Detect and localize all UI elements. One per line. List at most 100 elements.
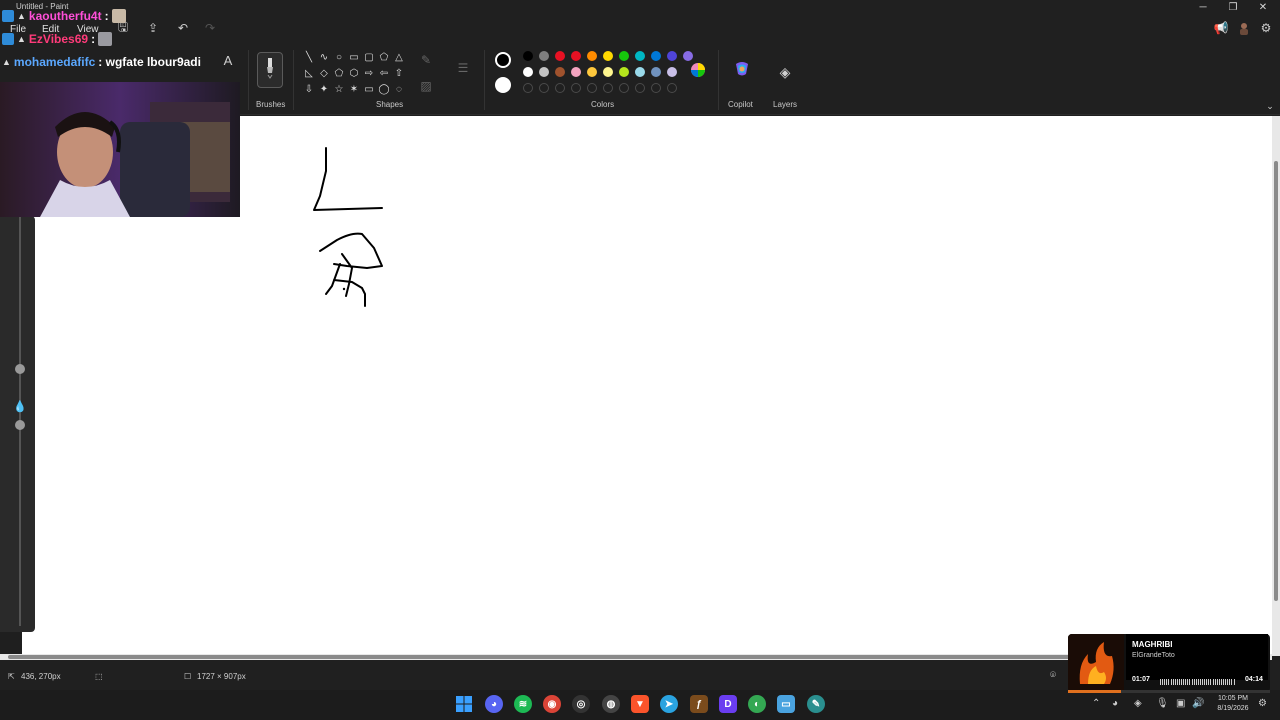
line-shape-icon[interactable]: ╲ xyxy=(302,50,316,65)
copilot-icon[interactable] xyxy=(733,60,751,78)
color-swatch[interactable] xyxy=(571,51,581,61)
color-swatch[interactable] xyxy=(603,51,613,61)
diamond-shape-icon[interactable]: ◇ xyxy=(317,66,331,81)
color-swatch[interactable] xyxy=(651,67,661,77)
color-swatch[interactable] xyxy=(667,67,677,77)
volume-icon[interactable]: 🔊 xyxy=(1192,698,1204,709)
custom-color-slot[interactable] xyxy=(523,83,533,93)
telegram-icon[interactable]: ➤ xyxy=(660,695,678,713)
shapes-gallery[interactable]: ╲ ∿ ○ ▭ ▢ ⬠ △ ◺ ◇ ⬠ ⬡ ⇨ ⇦ ⇧ ⇩ ✦ ☆ ✶ ▭ ◯ … xyxy=(302,50,412,97)
custom-color-slot[interactable] xyxy=(635,83,645,93)
left-arrow-shape-icon[interactable]: ⇦ xyxy=(377,66,391,81)
opacity-slider-knob[interactable] xyxy=(15,420,25,430)
text-tool-icon[interactable]: A xyxy=(220,52,236,68)
pentagon-shape-icon[interactable]: ⬠ xyxy=(332,66,346,81)
notification-icon[interactable]: ⚙ xyxy=(1258,698,1267,709)
outline-icon[interactable]: ✎ xyxy=(418,52,434,68)
custom-color-slot[interactable] xyxy=(555,83,565,93)
screen-icon[interactable]: ▭ xyxy=(777,695,795,713)
chrome-alt-icon[interactable]: ◐ xyxy=(748,695,766,713)
app-icon[interactable]: ◍ xyxy=(602,695,620,713)
color-swatch[interactable] xyxy=(587,51,597,61)
hexagon-shape-icon[interactable]: ⬡ xyxy=(347,66,361,81)
oval-shape-icon[interactable]: ○ xyxy=(332,50,346,65)
down-arrow-shape-icon[interactable]: ⇩ xyxy=(302,82,316,97)
maximize-button[interactable]: ❐ xyxy=(1218,0,1248,14)
color-swatch[interactable] xyxy=(555,67,565,77)
color-swatch[interactable] xyxy=(587,67,597,77)
brave-icon[interactable]: ▼ xyxy=(631,695,649,713)
primary-color-swatch[interactable] xyxy=(495,52,511,68)
rectangle-shape-icon[interactable]: ▭ xyxy=(347,50,361,65)
color-swatch[interactable] xyxy=(523,67,533,77)
redo-icon[interactable]: ↷ xyxy=(202,20,218,36)
custom-color-slot[interactable] xyxy=(667,83,677,93)
color-swatch[interactable] xyxy=(571,67,581,77)
app-purple-icon[interactable]: D xyxy=(719,695,737,713)
five-point-star-shape-icon[interactable]: ☆ xyxy=(332,82,346,97)
custom-color-slot[interactable] xyxy=(651,83,661,93)
right-arrow-shape-icon[interactable]: ⇨ xyxy=(362,66,376,81)
cloud-callout-shape-icon[interactable]: ◌ xyxy=(392,82,406,97)
spotify-icon[interactable]: ≋ xyxy=(514,695,532,713)
share-icon[interactable]: ⇪ xyxy=(145,20,161,36)
fl-studio-icon[interactable]: ƒ xyxy=(690,695,708,713)
secondary-color-swatch[interactable] xyxy=(495,77,511,93)
tray-discord-icon[interactable]: ◕ xyxy=(1112,698,1118,709)
color-swatch[interactable] xyxy=(619,67,629,77)
network-icon[interactable]: ▣ xyxy=(1176,698,1185,709)
rounded-rectangle-shape-icon[interactable]: ▢ xyxy=(362,50,376,65)
layers-icon[interactable]: ◈ xyxy=(777,64,793,80)
custom-color-slot[interactable] xyxy=(571,83,581,93)
tray-app-icon[interactable]: ◈ xyxy=(1134,698,1142,709)
color-swatch[interactable] xyxy=(667,51,677,61)
color-swatch[interactable] xyxy=(635,67,645,77)
color-swatch[interactable] xyxy=(523,51,533,61)
color-swatch[interactable] xyxy=(539,51,549,61)
color-swatch[interactable] xyxy=(651,51,661,61)
size-icon[interactable]: ☰ xyxy=(455,60,471,76)
profile-avatar-icon[interactable] xyxy=(1236,20,1252,36)
curve-shape-icon[interactable]: ∿ xyxy=(317,50,331,65)
screenshot-icon[interactable]: ⌾ xyxy=(1050,670,1056,681)
undo-icon[interactable]: ↶ xyxy=(175,20,191,36)
size-slider-knob[interactable] xyxy=(15,364,25,374)
tray-chevron-icon[interactable]: ⌃ xyxy=(1092,698,1100,709)
right-triangle-shape-icon[interactable]: ◺ xyxy=(302,66,316,81)
color-swatch[interactable] xyxy=(539,67,549,77)
brushes-button[interactable] xyxy=(257,52,283,88)
custom-color-slot[interactable] xyxy=(539,83,549,93)
four-point-star-shape-icon[interactable]: ✦ xyxy=(317,82,331,97)
custom-color-slot[interactable] xyxy=(619,83,629,93)
clock[interactable]: 10:05 PM 8/19/2026 xyxy=(1208,694,1258,714)
triangle-shape-icon[interactable]: △ xyxy=(392,50,406,65)
broadcast-icon[interactable]: 📢 xyxy=(1213,20,1229,36)
rect-callout-shape-icon[interactable]: ▭ xyxy=(362,82,376,97)
track-progress-bar[interactable] xyxy=(1068,690,1270,693)
color-swatch[interactable] xyxy=(555,51,565,61)
custom-color-slot[interactable] xyxy=(603,83,613,93)
oval-callout-shape-icon[interactable]: ◯ xyxy=(377,82,391,97)
vertical-scroll-thumb[interactable] xyxy=(1274,161,1278,601)
vertical-scrollbar[interactable] xyxy=(1272,116,1280,656)
microphone-icon[interactable]: 🎙 xyxy=(1156,698,1169,709)
collapse-ribbon-icon[interactable]: ⌄ xyxy=(1262,98,1278,114)
settings-icon[interactable]: ⚙ xyxy=(1258,20,1274,36)
start-icon[interactable] xyxy=(455,695,473,713)
discord-icon[interactable]: ◕ xyxy=(485,695,503,713)
chrome-icon[interactable]: ◉ xyxy=(543,695,561,713)
paint-icon[interactable]: ✎ xyxy=(807,695,825,713)
fill-icon[interactable]: ▨ xyxy=(418,78,434,94)
custom-color-slot[interactable] xyxy=(587,83,597,93)
up-arrow-shape-icon[interactable]: ⇧ xyxy=(392,66,406,81)
close-button[interactable]: ✕ xyxy=(1248,0,1278,14)
six-point-star-shape-icon[interactable]: ✶ xyxy=(347,82,361,97)
color-swatch[interactable] xyxy=(635,51,645,61)
color-swatch[interactable] xyxy=(619,51,629,61)
polygon-shape-icon[interactable]: ⬠ xyxy=(377,50,391,65)
edit-colors-icon[interactable] xyxy=(690,62,706,78)
color-swatch[interactable] xyxy=(683,51,693,61)
color-swatch[interactable] xyxy=(603,67,613,77)
minimize-button[interactable]: ─ xyxy=(1188,0,1218,14)
obs-icon[interactable]: ◎ xyxy=(572,695,590,713)
